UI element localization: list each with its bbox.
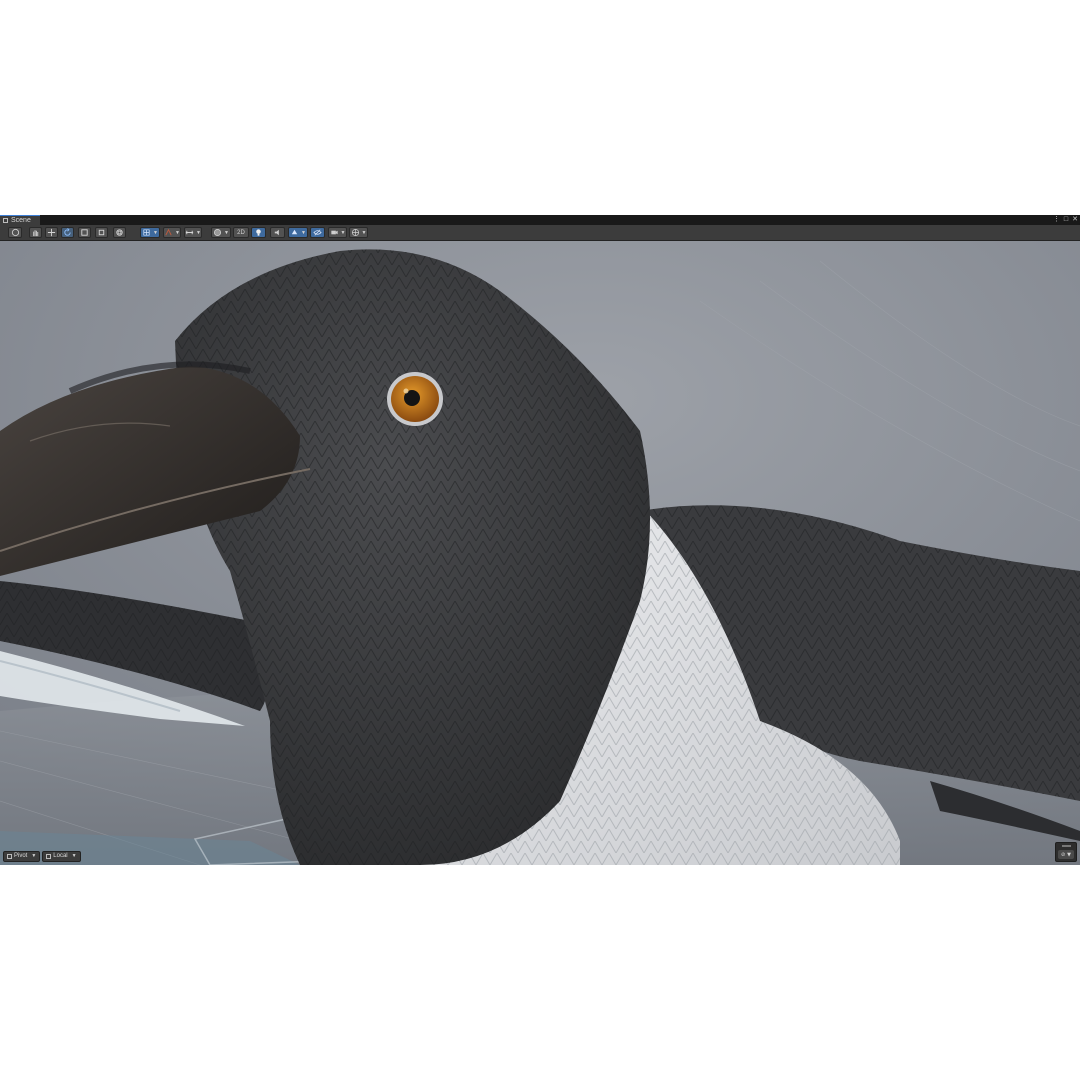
tab-scene[interactable]: Scene bbox=[0, 215, 40, 225]
tab-bar: Scene ⋮ □ ✕ bbox=[0, 215, 1080, 225]
letterbox-top bbox=[0, 0, 1080, 215]
camera-icon bbox=[330, 230, 338, 235]
scene-toolbar: ▼ ▼ ▼ ▼ 2D ▼ ▼ ▼ bbox=[0, 225, 1080, 241]
snap-dropdown[interactable]: ▼ bbox=[163, 227, 181, 238]
chevron-down-icon: ▼ bbox=[224, 229, 229, 236]
scale-tool-icon bbox=[81, 229, 88, 236]
hamburger-icon bbox=[3, 218, 8, 223]
orientation-dropdown[interactable]: ⊘ ▼ bbox=[1058, 850, 1074, 859]
hand-tool-button[interactable] bbox=[29, 227, 42, 238]
effects-dropdown[interactable]: ▼ bbox=[288, 227, 308, 238]
overlay-menu: ⊘ ▼ bbox=[1055, 842, 1077, 862]
snap-icon bbox=[165, 228, 172, 236]
chevron-down-icon: ▼ bbox=[175, 229, 180, 236]
audio-toggle[interactable] bbox=[270, 227, 285, 238]
more-options-icon[interactable]: ⋮ bbox=[1053, 216, 1060, 224]
handle-options: Pivot ▼ Local ▼ bbox=[3, 851, 81, 862]
local-dropdown[interactable]: Local ▼ bbox=[42, 851, 81, 862]
tab-scene-label: Scene bbox=[11, 216, 31, 224]
chevron-down-icon: ▼ bbox=[31, 853, 37, 859]
letterbox-bottom bbox=[0, 865, 1080, 1080]
increment-snap-dropdown[interactable]: ▼ bbox=[184, 227, 202, 238]
move-tool-button[interactable] bbox=[45, 227, 58, 238]
view-tool-button[interactable] bbox=[8, 227, 22, 238]
pivot-dropdown[interactable]: Pivot ▼ bbox=[3, 851, 41, 862]
effects-icon bbox=[291, 229, 298, 235]
scene-window: Scene ⋮ □ ✕ ▼ ▼ ▼ ▼ 2D ▼ ▼ ▼ Pivot ▼ Loc… bbox=[0, 215, 1080, 865]
move-tool-icon bbox=[47, 228, 56, 237]
transform-tool-button[interactable] bbox=[113, 227, 126, 238]
hand-tool-icon bbox=[33, 230, 39, 237]
speaker-icon bbox=[274, 229, 279, 236]
increment-snap-icon bbox=[185, 230, 194, 235]
rendered-bird-scene bbox=[0, 241, 1080, 865]
rotate-tool-button[interactable] bbox=[61, 227, 74, 238]
chevron-down-icon: ▼ bbox=[340, 229, 346, 236]
lighting-toggle[interactable] bbox=[251, 227, 266, 238]
rotate-tool-icon bbox=[64, 228, 71, 236]
shading-mode-icon bbox=[214, 228, 222, 237]
chevron-down-icon: ▼ bbox=[361, 229, 367, 236]
pivot-icon bbox=[7, 854, 12, 859]
chevron-down-icon: ▼ bbox=[1067, 851, 1072, 858]
local-icon bbox=[46, 854, 52, 859]
lightbulb-icon bbox=[256, 229, 261, 236]
gizmo-dropdown[interactable]: ▼ bbox=[140, 227, 160, 238]
scale-tool-button[interactable] bbox=[78, 227, 91, 238]
scene-viewport[interactable]: Pivot ▼ Local ▼ ⊘ ▼ bbox=[0, 241, 1080, 865]
visibility-icon bbox=[313, 229, 322, 236]
rect-tool-button[interactable] bbox=[95, 227, 108, 238]
view-tool-icon bbox=[11, 228, 19, 237]
chevron-down-icon: ▼ bbox=[71, 853, 77, 859]
rect-tool-icon bbox=[98, 229, 105, 236]
grid-snap-icon bbox=[143, 229, 150, 236]
toggle-2d-button[interactable]: 2D bbox=[233, 227, 249, 238]
window-controls: ⋮ □ ✕ bbox=[1053, 216, 1078, 224]
chevron-down-icon: ▼ bbox=[153, 229, 158, 236]
hidden-objects-toggle[interactable] bbox=[310, 227, 325, 238]
drag-handle-icon[interactable] bbox=[1062, 845, 1071, 847]
chevron-down-icon: ▼ bbox=[301, 229, 306, 236]
chevron-down-icon: ▼ bbox=[196, 229, 201, 236]
globe-icon bbox=[351, 228, 359, 237]
transform-tool-icon bbox=[116, 229, 123, 236]
maximize-icon[interactable]: □ bbox=[1064, 216, 1068, 224]
compass-icon: ⊘ bbox=[1060, 851, 1066, 858]
gizmos-dropdown[interactable]: ▼ bbox=[349, 227, 368, 238]
camera-dropdown[interactable]: ▼ bbox=[328, 227, 347, 238]
draw-mode-dropdown[interactable]: ▼ bbox=[211, 227, 231, 238]
pivot-label: Pivot bbox=[14, 853, 28, 859]
close-icon[interactable]: ✕ bbox=[1072, 216, 1078, 224]
local-label: Local bbox=[53, 853, 68, 859]
